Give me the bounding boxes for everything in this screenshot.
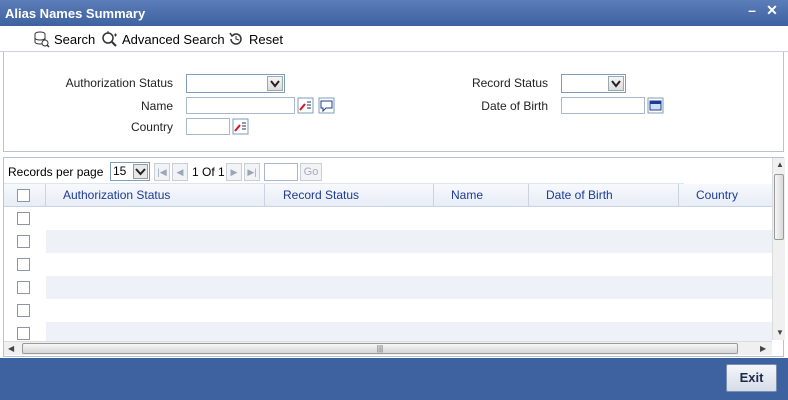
chevron-down-icon <box>267 76 283 91</box>
search-form: Authorization Status Name Country Record… <box>3 52 784 152</box>
advanced-search-icon <box>102 31 117 47</box>
records-per-page-value: 15 <box>113 164 127 178</box>
scroll-left-icon[interactable]: ◀ <box>8 344 14 353</box>
chevron-down-icon <box>608 76 624 91</box>
authorization-status-select[interactable] <box>186 74 285 93</box>
row-checkbox[interactable] <box>17 258 30 271</box>
search-icon <box>34 31 50 48</box>
record-status-select[interactable] <box>561 74 626 93</box>
country-label: Country <box>130 120 173 134</box>
scroll-up-icon[interactable]: ▲ <box>776 160 784 169</box>
name-input[interactable] <box>186 97 295 114</box>
row-checkbox[interactable] <box>17 281 30 294</box>
column-header-country[interactable]: Country <box>679 184 772 207</box>
go-button[interactable]: Go <box>300 163 322 181</box>
record-status-label: Record Status <box>471 76 548 90</box>
column-header-date-of-birth[interactable]: Date of Birth <box>529 184 679 207</box>
last-page-icon[interactable]: ▶| <box>244 163 260 181</box>
minimize-icon[interactable]: – <box>744 2 760 20</box>
scroll-right-icon[interactable]: ▶ <box>760 344 766 353</box>
table-header: Authorization Status Record Status Name … <box>4 184 772 207</box>
date-of-birth-label: Date of Birth <box>481 99 548 113</box>
records-per-page-label: Records per page <box>8 165 104 179</box>
advanced-search-button[interactable]: Advanced Search <box>100 30 225 48</box>
reset-icon <box>229 32 242 45</box>
country-lov-icon[interactable] <box>232 118 249 135</box>
checkbox-column-header <box>4 184 46 207</box>
first-page-icon[interactable]: |◀ <box>154 163 170 181</box>
horizontal-scroll-thumb[interactable]: ||| <box>22 343 738 354</box>
reset-label: Reset <box>249 31 283 47</box>
table-row <box>46 299 772 322</box>
table-row <box>46 230 772 253</box>
country-input[interactable] <box>186 118 230 135</box>
horizontal-scrollbar[interactable]: ◀ ||| ▶ <box>4 341 772 355</box>
table-row <box>46 207 772 230</box>
pager: Records per page 15 |◀ ◀ 1 Of 1 ▶ ▶| Go <box>4 158 684 184</box>
table-row <box>46 253 772 276</box>
reset-button[interactable]: Reset <box>227 30 283 48</box>
date-of-birth-input[interactable] <box>561 97 645 114</box>
table-row <box>46 322 772 341</box>
column-header-name[interactable]: Name <box>434 184 529 207</box>
authorization-status-label: Authorization Status <box>65 76 173 90</box>
column-header-record-status[interactable]: Record Status <box>265 184 434 207</box>
close-icon[interactable]: ✕ <box>764 2 780 20</box>
name-label: Name <box>140 99 173 113</box>
table-row <box>46 276 772 299</box>
scroll-down-icon[interactable]: ▼ <box>776 328 784 337</box>
next-page-icon[interactable]: ▶ <box>226 163 242 181</box>
search-label: Search <box>54 31 96 47</box>
column-header-authorization-status[interactable]: Authorization Status <box>46 184 265 207</box>
row-checkbox[interactable] <box>17 327 30 340</box>
results-grid: Records per page 15 |◀ ◀ 1 Of 1 ▶ ▶| Go … <box>3 157 785 357</box>
go-to-page-input[interactable] <box>264 163 298 181</box>
search-button[interactable]: Search <box>32 30 95 48</box>
chevron-down-icon <box>133 164 148 179</box>
page-info: 1 Of 1 <box>192 165 225 179</box>
row-checkbox[interactable] <box>17 304 30 317</box>
window-title: Alias Names Summary <box>5 6 146 21</box>
lov-icon[interactable] <box>297 97 314 114</box>
vertical-scroll-thumb[interactable] <box>774 174 784 240</box>
previous-page-icon[interactable]: ◀ <box>172 163 188 181</box>
footer-bar <box>0 358 788 400</box>
vertical-scrollbar[interactable]: ▲ ▼ <box>772 158 785 340</box>
exit-button[interactable]: Exit <box>726 364 777 392</box>
calendar-icon[interactable] <box>647 97 664 114</box>
title-bar: Alias Names Summary – ✕ <box>0 0 788 26</box>
row-checkbox[interactable] <box>17 235 30 248</box>
comment-icon[interactable] <box>318 97 335 114</box>
toolbar: Search Advanced Search Reset <box>0 26 788 52</box>
records-per-page-select[interactable]: 15 <box>110 162 150 181</box>
row-checkbox[interactable] <box>17 212 30 225</box>
advanced-search-label: Advanced Search <box>122 31 225 47</box>
